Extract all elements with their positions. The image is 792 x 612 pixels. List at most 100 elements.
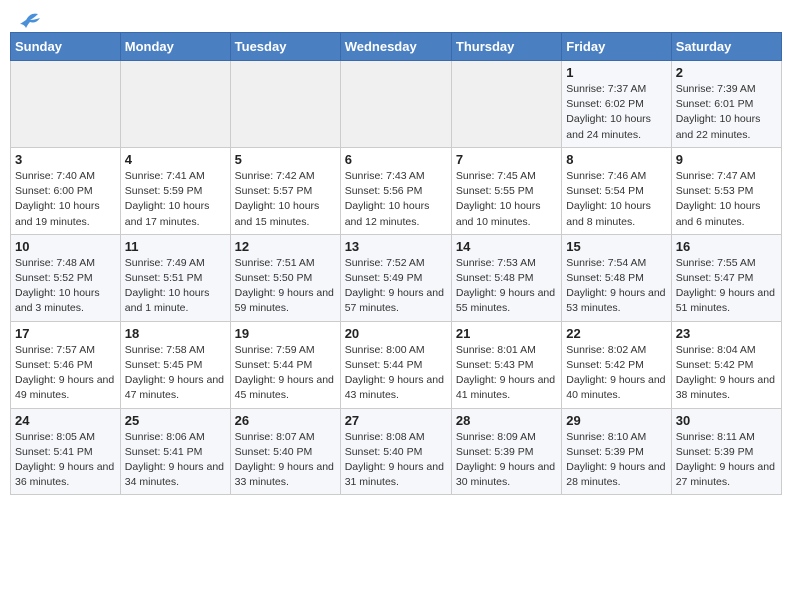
calendar-cell: 22 Sunrise: 8:02 AM Sunset: 5:42 PM Dayli… [562, 321, 671, 408]
day-number: 2 [676, 65, 777, 80]
calendar-cell: 26 Sunrise: 8:07 AM Sunset: 5:40 PM Dayli… [230, 408, 340, 495]
day-info: Sunrise: 7:57 AM Sunset: 5:46 PM Dayligh… [15, 343, 116, 404]
calendar-cell: 17 Sunrise: 7:57 AM Sunset: 5:46 PM Dayli… [11, 321, 121, 408]
calendar-cell: 11 Sunrise: 7:49 AM Sunset: 5:51 PM Dayli… [120, 234, 230, 321]
day-number: 27 [345, 413, 447, 428]
calendar-cell: 18Sunrise: 7:58 AM Sunset: 5:45 PM Dayli… [120, 321, 230, 408]
day-info: Sunrise: 8:08 AM Sunset: 5:40 PM Dayligh… [345, 430, 447, 491]
day-info: Sunrise: 7:40 AM Sunset: 6:00 PM Dayligh… [15, 169, 116, 230]
day-number: 17 [15, 326, 116, 341]
day-info: Sunrise: 8:05 AM Sunset: 5:41 PM Dayligh… [15, 430, 116, 491]
dow-header-monday: Monday [120, 33, 230, 61]
day-number: 20 [345, 326, 447, 341]
logo [14, 10, 42, 26]
calendar-cell [451, 61, 561, 148]
day-info: Sunrise: 7:45 AM Sunset: 5:55 PM Dayligh… [456, 169, 557, 230]
day-info: Sunrise: 7:58 AM Sunset: 5:45 PM Dayligh… [125, 343, 226, 404]
calendar-cell [340, 61, 451, 148]
day-info: Sunrise: 7:54 AM Sunset: 5:48 PM Dayligh… [566, 256, 666, 317]
day-number: 9 [676, 152, 777, 167]
day-info: Sunrise: 7:48 AM Sunset: 5:52 PM Dayligh… [15, 256, 116, 317]
calendar-cell: 9 Sunrise: 7:47 AM Sunset: 5:53 PM Daylig… [671, 147, 781, 234]
calendar-cell: 10 Sunrise: 7:48 AM Sunset: 5:52 PM Dayli… [11, 234, 121, 321]
day-info: Sunrise: 7:37 AM Sunset: 6:02 PM Dayligh… [566, 82, 666, 143]
day-info: Sunrise: 8:07 AM Sunset: 5:40 PM Dayligh… [235, 430, 336, 491]
day-info: Sunrise: 8:04 AM Sunset: 5:42 PM Dayligh… [676, 343, 777, 404]
day-number: 16 [676, 239, 777, 254]
calendar-cell: 29Sunrise: 8:10 AM Sunset: 5:39 PM Dayli… [562, 408, 671, 495]
day-info: Sunrise: 8:00 AM Sunset: 5:44 PM Dayligh… [345, 343, 447, 404]
day-info: Sunrise: 7:39 AM Sunset: 6:01 PM Dayligh… [676, 82, 777, 143]
day-info: Sunrise: 7:47 AM Sunset: 5:53 PM Dayligh… [676, 169, 777, 230]
dow-header-saturday: Saturday [671, 33, 781, 61]
dow-header-friday: Friday [562, 33, 671, 61]
day-info: Sunrise: 7:55 AM Sunset: 5:47 PM Dayligh… [676, 256, 777, 317]
day-info: Sunrise: 8:02 AM Sunset: 5:42 PM Dayligh… [566, 343, 666, 404]
day-number: 29 [566, 413, 666, 428]
day-number: 15 [566, 239, 666, 254]
day-info: Sunrise: 7:46 AM Sunset: 5:54 PM Dayligh… [566, 169, 666, 230]
calendar-cell: 15 Sunrise: 7:54 AM Sunset: 5:48 PM Dayli… [562, 234, 671, 321]
calendar-cell: 27 Sunrise: 8:08 AM Sunset: 5:40 PM Dayli… [340, 408, 451, 495]
calendar-cell [11, 61, 121, 148]
calendar-cell: 28 Sunrise: 8:09 AM Sunset: 5:39 PM Dayli… [451, 408, 561, 495]
day-number: 19 [235, 326, 336, 341]
calendar-cell: 25Sunrise: 8:06 AM Sunset: 5:41 PM Dayli… [120, 408, 230, 495]
calendar-cell: 2 Sunrise: 7:39 AM Sunset: 6:01 PM Daylig… [671, 61, 781, 148]
calendar-cell: 3 Sunrise: 7:40 AM Sunset: 6:00 PM Daylig… [11, 147, 121, 234]
day-info: Sunrise: 8:09 AM Sunset: 5:39 PM Dayligh… [456, 430, 557, 491]
day-info: Sunrise: 8:11 AM Sunset: 5:39 PM Dayligh… [676, 430, 777, 491]
day-number: 13 [345, 239, 447, 254]
day-number: 8 [566, 152, 666, 167]
calendar-cell: 12Sunrise: 7:51 AM Sunset: 5:50 PM Dayli… [230, 234, 340, 321]
calendar-cell: 16 Sunrise: 7:55 AM Sunset: 5:47 PM Dayli… [671, 234, 781, 321]
calendar-cell: 30 Sunrise: 8:11 AM Sunset: 5:39 PM Dayli… [671, 408, 781, 495]
day-info: Sunrise: 7:41 AM Sunset: 5:59 PM Dayligh… [125, 169, 226, 230]
calendar-cell: 14Sunrise: 7:53 AM Sunset: 5:48 PM Dayli… [451, 234, 561, 321]
day-info: Sunrise: 7:52 AM Sunset: 5:49 PM Dayligh… [345, 256, 447, 317]
day-number: 7 [456, 152, 557, 167]
day-number: 4 [125, 152, 226, 167]
calendar-cell: 21 Sunrise: 8:01 AM Sunset: 5:43 PM Dayli… [451, 321, 561, 408]
calendar-cell: 6 Sunrise: 7:43 AM Sunset: 5:56 PM Daylig… [340, 147, 451, 234]
day-info: Sunrise: 7:49 AM Sunset: 5:51 PM Dayligh… [125, 256, 226, 317]
calendar-cell [230, 61, 340, 148]
calendar-cell: 20 Sunrise: 8:00 AM Sunset: 5:44 PM Dayli… [340, 321, 451, 408]
day-info: Sunrise: 7:42 AM Sunset: 5:57 PM Dayligh… [235, 169, 336, 230]
calendar-cell: 19 Sunrise: 7:59 AM Sunset: 5:44 PM Dayli… [230, 321, 340, 408]
dow-header-sunday: Sunday [11, 33, 121, 61]
day-info: Sunrise: 8:01 AM Sunset: 5:43 PM Dayligh… [456, 343, 557, 404]
day-number: 26 [235, 413, 336, 428]
calendar-cell: 4 Sunrise: 7:41 AM Sunset: 5:59 PM Daylig… [120, 147, 230, 234]
day-number: 28 [456, 413, 557, 428]
day-number: 21 [456, 326, 557, 341]
day-number: 5 [235, 152, 336, 167]
day-number: 6 [345, 152, 447, 167]
day-number: 10 [15, 239, 116, 254]
day-info: Sunrise: 8:06 AM Sunset: 5:41 PM Dayligh… [125, 430, 226, 491]
day-info: Sunrise: 7:43 AM Sunset: 5:56 PM Dayligh… [345, 169, 447, 230]
day-number: 3 [15, 152, 116, 167]
calendar-cell: 1 Sunrise: 7:37 AM Sunset: 6:02 PM Daylig… [562, 61, 671, 148]
calendar-cell: 7 Sunrise: 7:45 AM Sunset: 5:55 PM Daylig… [451, 147, 561, 234]
logo-bird-icon [16, 10, 42, 30]
page-header [10, 10, 782, 26]
calendar-cell: 13 Sunrise: 7:52 AM Sunset: 5:49 PM Dayli… [340, 234, 451, 321]
day-number: 22 [566, 326, 666, 341]
calendar-cell: 5 Sunrise: 7:42 AM Sunset: 5:57 PM Daylig… [230, 147, 340, 234]
dow-header-wednesday: Wednesday [340, 33, 451, 61]
day-number: 11 [125, 239, 226, 254]
day-number: 12 [235, 239, 336, 254]
day-number: 14 [456, 239, 557, 254]
day-info: Sunrise: 7:59 AM Sunset: 5:44 PM Dayligh… [235, 343, 336, 404]
dow-header-thursday: Thursday [451, 33, 561, 61]
day-number: 24 [15, 413, 116, 428]
calendar-cell: 23 Sunrise: 8:04 AM Sunset: 5:42 PM Dayli… [671, 321, 781, 408]
day-number: 1 [566, 65, 666, 80]
dow-header-tuesday: Tuesday [230, 33, 340, 61]
day-number: 23 [676, 326, 777, 341]
calendar-table: SundayMondayTuesdayWednesdayThursdayFrid… [10, 32, 782, 495]
calendar-cell [120, 61, 230, 148]
day-number: 30 [676, 413, 777, 428]
calendar-cell: 24 Sunrise: 8:05 AM Sunset: 5:41 PM Dayli… [11, 408, 121, 495]
